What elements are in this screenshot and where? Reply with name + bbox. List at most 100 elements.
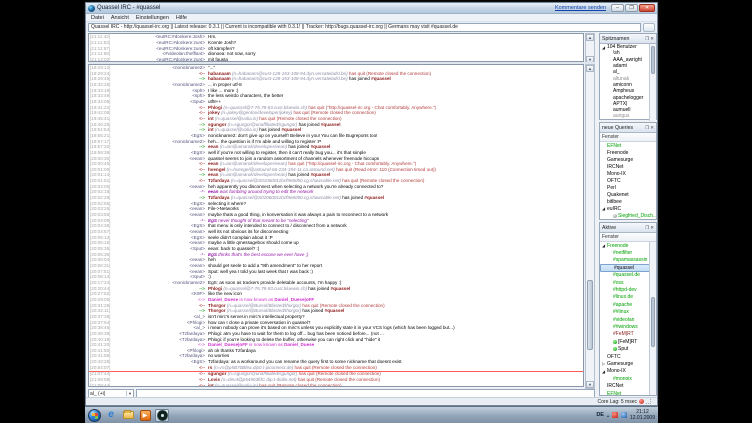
resize-grip[interactable]	[646, 399, 651, 404]
float-icon[interactable]: ❐	[645, 125, 649, 130]
scroll-thumb[interactable]	[651, 297, 655, 347]
buffer-item[interactable]: #oss	[600, 279, 656, 286]
chevron-down-icon: ▼	[126, 391, 132, 396]
buffer-item[interactable]: #httpd-dev	[600, 286, 656, 293]
query-item[interactable]: Siegfried_Disch...	[600, 212, 656, 219]
user-status-icon	[613, 347, 617, 351]
close-button[interactable]: ✕	[639, 4, 655, 12]
item-label: [FeM]RT	[618, 339, 637, 345]
nicklist-panel: Spitznamen ❐ ✕ ◢104 Benutzer\shAAA_awrig…	[599, 33, 657, 120]
menu-item-hilfe[interactable]: Hilfe	[176, 15, 187, 21]
buffer-item[interactable]: #monoix	[600, 375, 656, 382]
chat-scrollbar[interactable]: ▲ ▼	[585, 64, 595, 389]
buffer-item[interactable]: #FeM|RT	[600, 331, 656, 338]
close-icon[interactable]: ✕	[650, 225, 654, 230]
scroll-thumb[interactable]	[651, 46, 655, 74]
active-scrollbar[interactable]	[649, 242, 656, 395]
sender-column: <--	[115, 383, 205, 387]
nicklist-item[interactable]: aurigus	[600, 113, 656, 119]
buffer-item[interactable]: ##linux	[600, 309, 656, 316]
buffer-item[interactable]: [FeM]RT	[600, 338, 656, 345]
item-label: Freenode	[607, 150, 628, 156]
buffer-item[interactable]: OFTC	[600, 353, 656, 360]
file-explorer-icon[interactable]	[121, 409, 135, 422]
menu-item-datei[interactable]: Datei	[91, 15, 104, 21]
monitor-scrollbar[interactable]: ▲ ▼	[585, 33, 595, 64]
close-icon[interactable]: ✕	[650, 125, 654, 130]
titlebar[interactable]: Quassel IRC - #quassel Kommentare senden…	[86, 3, 657, 14]
query-item[interactable]: Freenode	[600, 149, 656, 156]
menu-item-ansicht[interactable]: Ansicht	[111, 15, 129, 21]
tray-red-icon[interactable]	[612, 412, 618, 418]
query-item[interactable]: Perl	[600, 184, 656, 191]
float-icon[interactable]: ❐	[645, 225, 649, 230]
item-label: 104 Benutzer	[607, 44, 637, 50]
item-label: adamt	[613, 63, 627, 69]
buffer-item[interactable]: EFNet	[600, 390, 656, 397]
tray-expand-icon[interactable]: ▴	[607, 413, 609, 418]
clock[interactable]: 21:12 12.01.2009	[630, 409, 655, 421]
message-text: int (n=quassel@volia.in) has quit (Remot…	[205, 383, 583, 387]
start-button[interactable]	[88, 409, 101, 422]
maximize-button[interactable]: ❐	[625, 4, 638, 12]
tray-blue-icon[interactable]	[621, 412, 627, 418]
nicklist-scrollbar[interactable]	[649, 44, 656, 121]
item-label: Perl	[607, 185, 616, 191]
active-column-header[interactable]: Fenster	[600, 233, 656, 242]
query-item[interactable]: Gamesurge	[600, 156, 656, 163]
query-item[interactable]: bitlbee	[600, 198, 656, 205]
buffer-item[interactable]: #linux.de	[600, 294, 656, 301]
buffer-item-selected[interactable]: #quassel	[600, 264, 656, 271]
buffer-item[interactable]: Sput	[600, 345, 656, 352]
buffer-item[interactable]: #apache	[600, 301, 656, 308]
scroll-up-icon[interactable]: ▲	[586, 34, 594, 41]
chat-monitor-pane[interactable]: [21:11:42]<euIRC:#donkere:Josh>Hm.[21:11…	[88, 33, 584, 62]
buffer-item[interactable]: #videolan	[600, 316, 656, 323]
language-indicator[interactable]: DE	[596, 412, 604, 418]
item-label: IRCNet	[607, 383, 623, 389]
scroll-down-icon[interactable]: ▼	[586, 381, 594, 388]
chat-line: [21:09:44]<--int (n=quassel@volia.in) ha…	[89, 383, 583, 387]
chat-line: [20:54:07]<--rs (n=rs@p5B70Bfea.dip0.t-i…	[89, 365, 583, 371]
queries-column-header[interactable]: Fenster	[600, 133, 656, 142]
topic-edit-button[interactable]	[643, 23, 655, 32]
close-icon[interactable]: ✕	[650, 36, 654, 41]
topic-field[interactable]: Quassel IRC - http://quassel-irc.org || …	[88, 23, 641, 32]
nicklist-panel-header[interactable]: Spitznamen ❐ ✕	[600, 34, 656, 44]
query-item[interactable]: IRCNet	[600, 163, 656, 170]
system-tray: DE ▴ 21:12 12.01.2009	[596, 409, 655, 421]
quassel-logo	[157, 410, 168, 421]
buffer-item[interactable]: #spamassassin	[600, 257, 656, 264]
buffer-item[interactable]: #netfilter	[600, 249, 656, 256]
query-item[interactable]: Quakenet	[600, 191, 656, 198]
buffer-item[interactable]: ▷Gamesurge	[600, 360, 656, 367]
chat-view[interactable]: [19:29:12]<nonickname2>"..."[19:29:24]<-…	[88, 64, 584, 387]
buffer-item[interactable]: #quassel.de	[600, 272, 656, 279]
quassel-taskbar-icon[interactable]	[155, 409, 169, 422]
buffer-item[interactable]: IRCNet	[600, 382, 656, 389]
media-player-icon[interactable]: ▶	[138, 409, 152, 422]
buffer-item[interactable]: ##windows	[600, 323, 656, 330]
scroll-thumb[interactable]	[587, 280, 593, 350]
internet-explorer-icon[interactable]: e	[104, 409, 118, 422]
query-item[interactable]: ◢euIRC	[600, 205, 656, 212]
item-label: EFNet	[607, 143, 621, 149]
play-glyph: ▶	[140, 410, 151, 421]
send-feedback-link[interactable]: Kommentare senden	[555, 5, 606, 11]
active-panel-header[interactable]: Aktive ❐ ✕	[600, 223, 656, 233]
minimize-button[interactable]: –	[611, 4, 624, 12]
query-item[interactable]: Mono-IX	[600, 170, 656, 177]
item-label: amiconn	[613, 82, 632, 88]
buffer-item[interactable]: ◢Mono-IX	[600, 368, 656, 375]
item-label: EFNet	[607, 391, 621, 397]
item-label: altunak	[613, 76, 629, 82]
query-item[interactable]: EFNet	[600, 142, 656, 149]
item-label: Mono-IX	[607, 171, 626, 177]
buffer-item[interactable]: ◢Freenode	[600, 242, 656, 249]
item-label: euIRC	[607, 206, 621, 212]
float-icon[interactable]: ❐	[645, 36, 649, 41]
queries-panel-header[interactable]: neue Queries ❐ ✕	[600, 123, 656, 133]
menu-item-einstellungen[interactable]: Einstellungen	[136, 15, 169, 21]
query-item[interactable]: OFTC	[600, 177, 656, 184]
scroll-up-icon[interactable]: ▲	[586, 65, 594, 72]
